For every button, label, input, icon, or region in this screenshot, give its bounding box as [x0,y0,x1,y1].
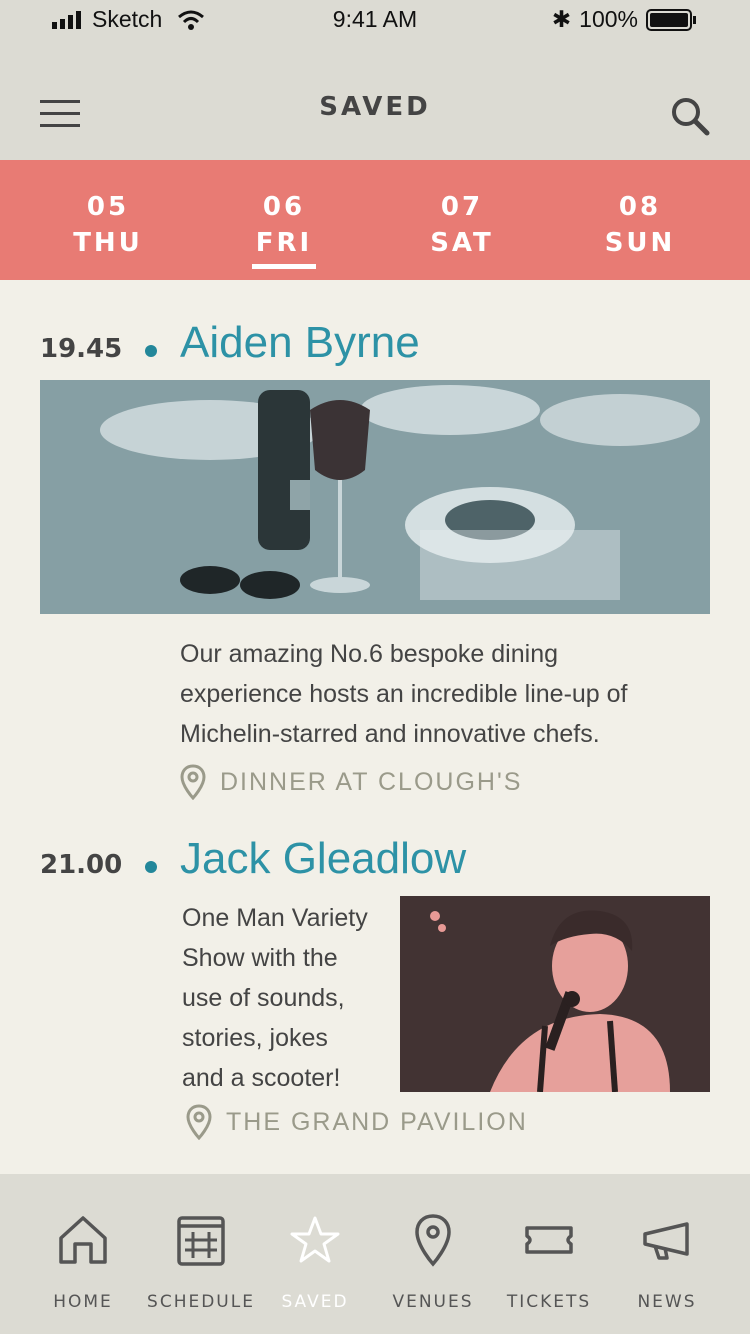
page-title: SAVED [319,92,431,122]
date-tab-fri[interactable]: 06 FRI [224,190,344,269]
description-line: Michelin-starred and innovative chefs. [180,720,600,748]
tab-label: HOME [53,1292,113,1312]
event-venue[interactable]: DINNER AT CLOUGH'S [180,764,522,800]
date-day: SAT [430,228,494,258]
event-description: One Man Variety Show with the use of sou… [182,898,392,1098]
date-tabs: 05 THU 06 FRI 07 SAT 08 SUN [0,160,750,280]
calendar-icon [177,1216,225,1266]
date-number: 08 [618,192,662,222]
tab-label: TICKETS [506,1292,592,1312]
bluetooth-icon: ✱ [551,6,572,32]
ticket-icon [525,1226,573,1254]
status-bar: Sketch 9:41 AM ✱ 100% [0,0,750,40]
event-image-dinner[interactable] [40,380,710,614]
date-tab-sun[interactable]: 08 SUN [580,190,700,262]
active-date-underline [252,264,316,269]
tab-tickets[interactable]: TICKETS [490,1210,608,1312]
tab-news[interactable]: NEWS [608,1210,726,1312]
date-day: SUN [604,228,676,258]
venue-label: THE GRAND PAVILION [226,1107,528,1136]
date-number: 06 [262,192,306,222]
event-time: 19.45 [40,334,123,364]
tab-home[interactable]: HOME [24,1210,142,1312]
battery-label: 100% [579,6,638,32]
description-line: Our amazing No.6 bespoke dining [180,640,559,668]
date-number: 07 [440,192,484,222]
search-icon[interactable] [670,96,710,136]
home-icon [59,1216,107,1264]
description-line: One Man Variety [182,904,368,932]
venue-label: DINNER AT CLOUGH'S [220,767,523,796]
tab-label: VENUES [392,1292,474,1312]
event-time: 21.00 [40,850,123,880]
tab-label: SAVED [281,1292,349,1312]
event-title[interactable]: Aiden Byrne [180,318,420,368]
tab-label: NEWS [637,1292,697,1312]
event-description: Our amazing No.6 bespoke dining experien… [180,634,700,754]
bottom-tab-bar: HOME SCHEDULE SAVED VENUES TICKETS NEWS [0,1174,750,1334]
date-tab-sat[interactable]: 07 SAT [402,190,522,262]
event-image-performer[interactable] [400,896,710,1092]
description-line: and a scooter! [182,1064,341,1092]
location-pin-icon [415,1214,451,1267]
event-venue[interactable]: THE GRAND PAVILION [186,1104,528,1140]
tab-label: SCHEDULE [147,1292,255,1312]
date-day: THU [73,228,143,258]
description-line: Show with the [182,944,338,972]
description-line: use of sounds, [182,984,345,1012]
tab-schedule[interactable]: SCHEDULE [142,1210,260,1312]
date-number: 05 [86,192,130,222]
location-pin-icon [186,1104,212,1140]
location-pin-icon [180,764,206,800]
megaphone-icon [643,1222,689,1260]
date-day: FRI [255,228,313,258]
tab-saved[interactable]: SAVED [256,1210,374,1312]
status-right: ✱ 100% [552,6,698,33]
description-line: experience hosts an incredible line-up o… [180,680,628,708]
event-dot [145,861,157,873]
date-tab-thu[interactable]: 05 THU [48,190,168,262]
event-dot [145,345,157,357]
tab-venues[interactable]: VENUES [374,1210,492,1312]
star-icon [290,1216,340,1263]
menu-line [40,124,80,127]
nav-header: SAVED [0,40,750,160]
battery-icon [646,8,696,31]
event-title[interactable]: Jack Gleadlow [180,834,466,884]
description-line: stories, jokes [182,1024,328,1052]
